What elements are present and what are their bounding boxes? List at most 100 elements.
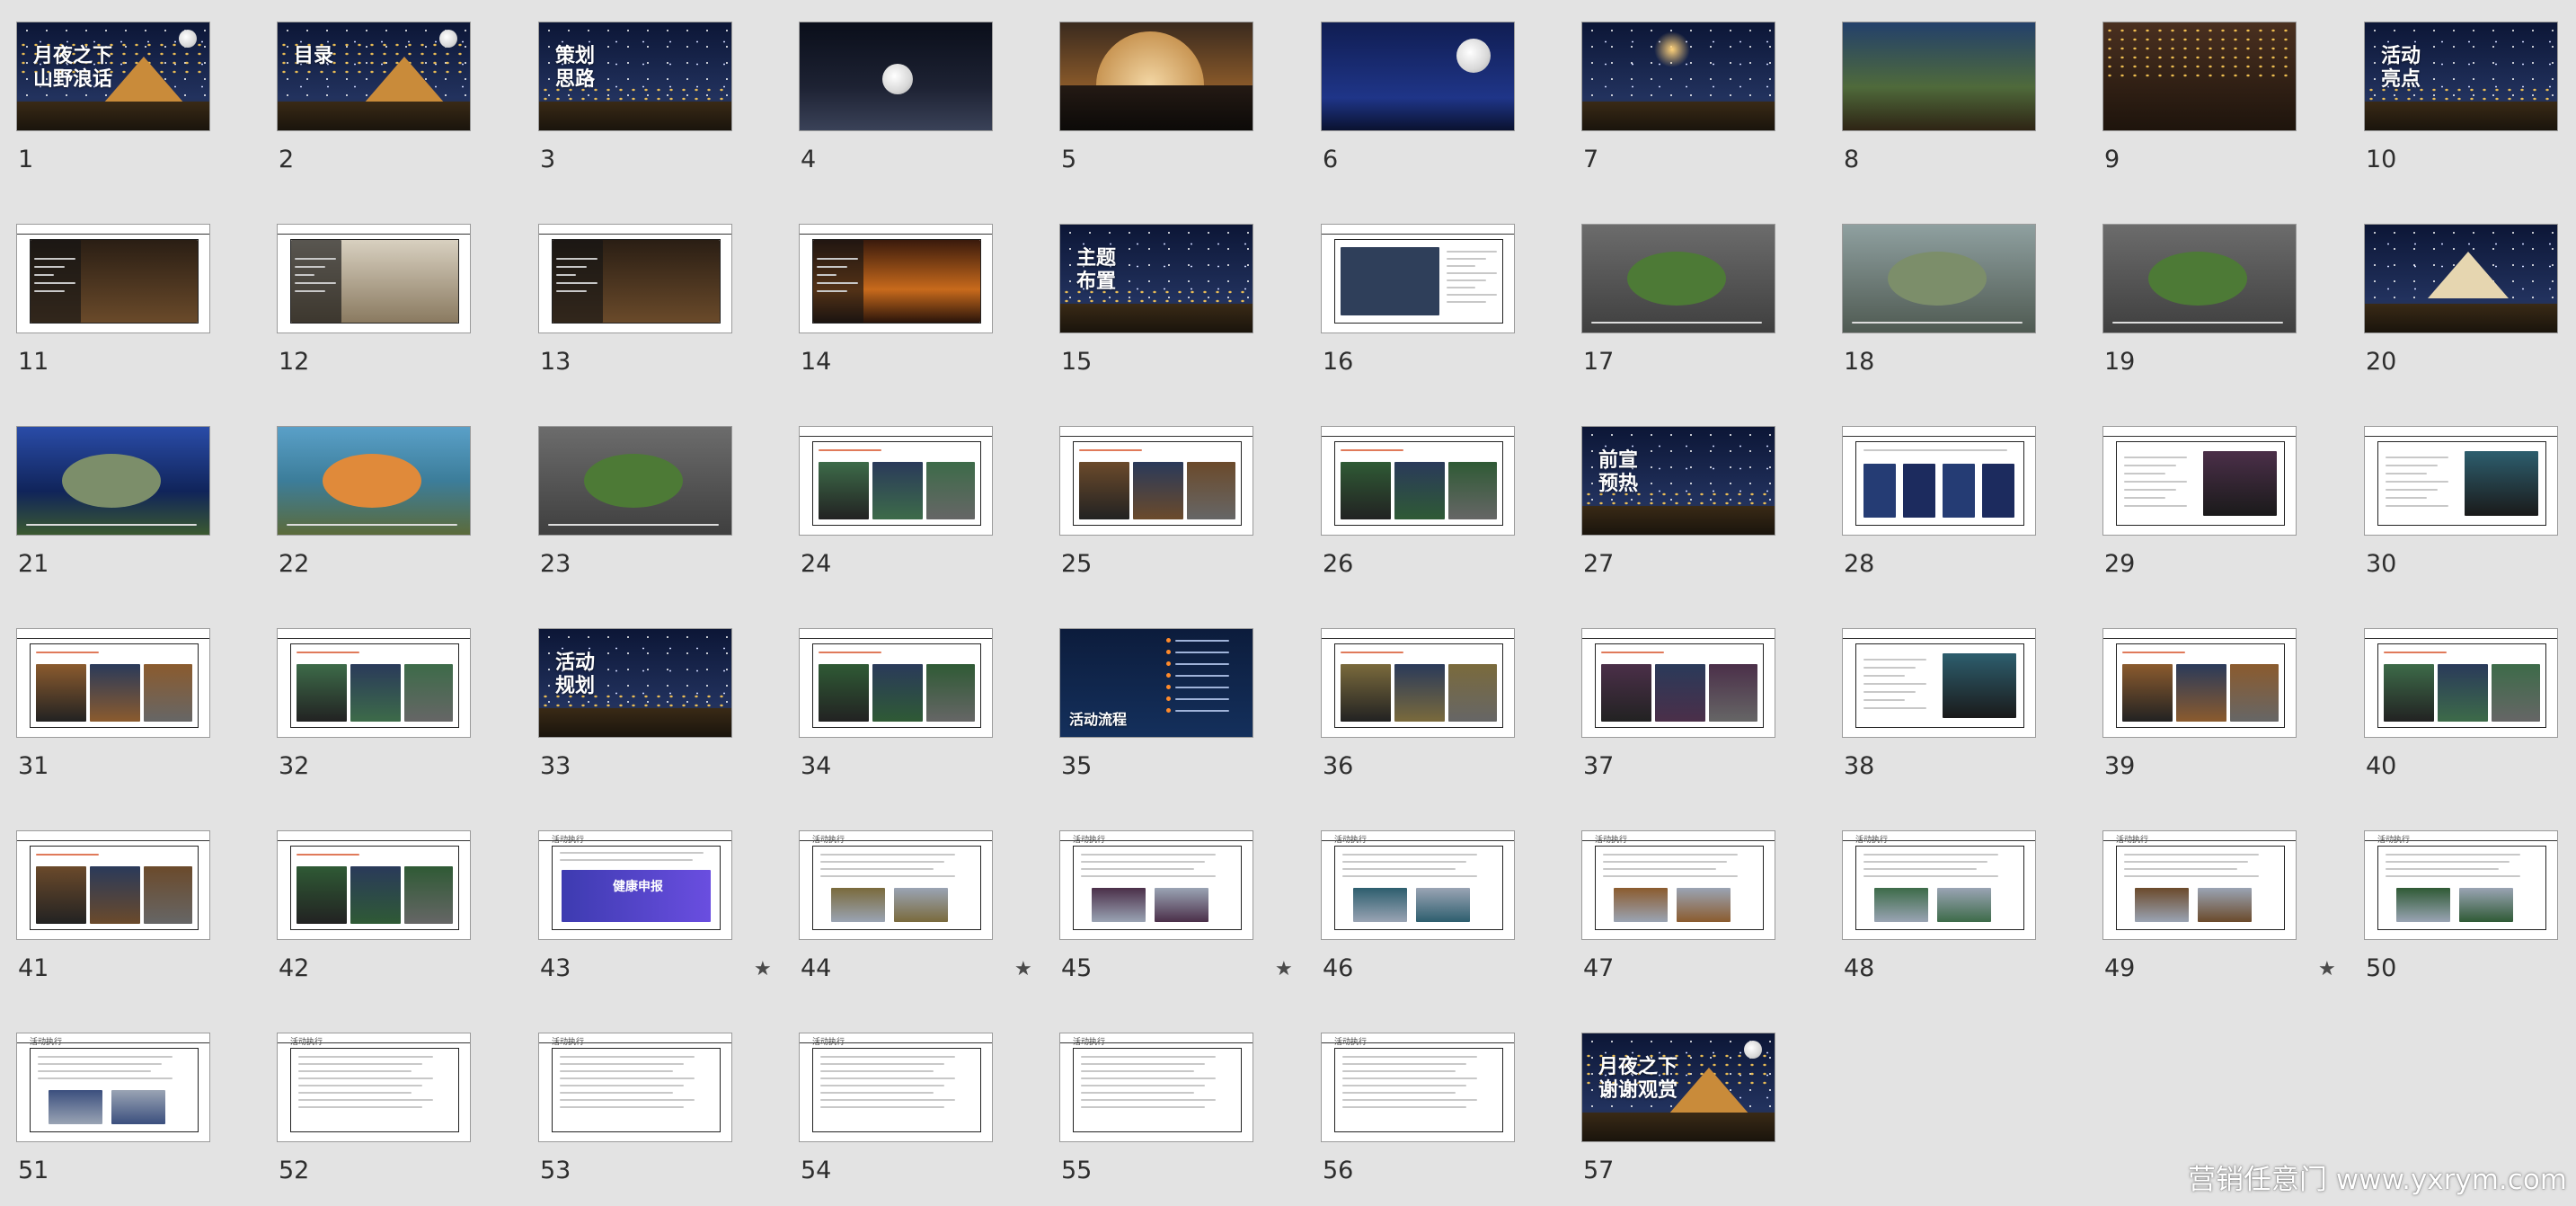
slide-thumbnail-13[interactable]: 13: [522, 202, 783, 391]
slide-thumbnail-43[interactable]: 活动执行 健康申报 43 ★: [522, 809, 783, 998]
slide-thumbnail-15[interactable]: 主题 布置 15: [1043, 202, 1304, 391]
animation-star-icon[interactable]: ★: [1275, 958, 1293, 980]
slide-thumbnail-29[interactable]: 29: [2086, 404, 2347, 593]
slide-thumbnail-39[interactable]: 39: [2086, 607, 2347, 795]
slide-preview[interactable]: 活动执行: [1321, 1033, 1515, 1142]
slide-preview[interactable]: [799, 426, 993, 536]
slide-preview[interactable]: [2102, 22, 2297, 131]
slide-thumbnail-21[interactable]: 21: [0, 404, 261, 593]
slide-preview[interactable]: 活动执行: [277, 1033, 471, 1142]
slide-thumbnail-41[interactable]: 41: [0, 809, 261, 998]
slide-thumbnail-8[interactable]: 8: [1826, 0, 2086, 189]
slide-thumbnail-46[interactable]: 活动执行 46: [1305, 809, 1565, 998]
slide-thumbnail-23[interactable]: 23: [522, 404, 783, 593]
slide-preview[interactable]: [799, 224, 993, 333]
slide-preview[interactable]: [2364, 224, 2558, 333]
slide-preview[interactable]: [799, 22, 993, 131]
slide-preview[interactable]: 前宣 预热: [1581, 426, 1775, 536]
slide-thumbnail-47[interactable]: 活动执行 47: [1565, 809, 1826, 998]
slide-thumbnail-55[interactable]: 活动执行 55: [1043, 1011, 1304, 1200]
slide-preview[interactable]: 活动执行: [1059, 1033, 1253, 1142]
slide-preview[interactable]: 活动 亮点: [2364, 22, 2558, 131]
slide-preview[interactable]: [1842, 22, 2036, 131]
slide-thumbnail-52[interactable]: 活动执行 52: [261, 1011, 521, 1200]
animation-star-icon[interactable]: ★: [754, 958, 772, 980]
slide-preview[interactable]: 活动执行: [16, 1033, 210, 1142]
slide-preview[interactable]: [16, 830, 210, 940]
slide-preview[interactable]: 活动执行: [2102, 830, 2297, 940]
slide-thumbnail-30[interactable]: 30: [2348, 404, 2576, 593]
slide-thumbnail-14[interactable]: 14: [783, 202, 1043, 391]
slide-preview[interactable]: [799, 628, 993, 738]
slide-preview[interactable]: [2364, 628, 2558, 738]
slide-preview[interactable]: 月夜之下 山野浪话: [16, 22, 210, 131]
animation-star-icon[interactable]: ★: [1014, 958, 1032, 980]
slide-thumbnail-22[interactable]: 22: [261, 404, 521, 593]
slide-preview[interactable]: 活动执行: [1581, 830, 1775, 940]
slide-thumbnail-45[interactable]: 活动执行 45 ★: [1043, 809, 1304, 998]
slide-thumbnail-4[interactable]: 4: [783, 0, 1043, 189]
slide-preview[interactable]: [1321, 22, 1515, 131]
slide-thumbnail-18[interactable]: 18: [1826, 202, 2086, 391]
slide-thumbnail-56[interactable]: 活动执行 56: [1305, 1011, 1565, 1200]
slide-preview[interactable]: 活动执行: [1842, 830, 2036, 940]
slide-preview[interactable]: [1321, 426, 1515, 536]
slide-thumbnail-1[interactable]: 月夜之下 山野浪话 1: [0, 0, 261, 189]
slide-thumbnail-19[interactable]: 19: [2086, 202, 2347, 391]
slide-preview[interactable]: 月夜之下 谢谢观赏: [1581, 1033, 1775, 1142]
slide-preview[interactable]: 活动流程: [1059, 628, 1253, 738]
slide-preview[interactable]: [277, 628, 471, 738]
slide-preview[interactable]: [1581, 224, 1775, 333]
slide-preview[interactable]: [1842, 224, 2036, 333]
slide-thumbnail-42[interactable]: 42: [261, 809, 521, 998]
slide-thumbnail-12[interactable]: 12: [261, 202, 521, 391]
slide-preview[interactable]: 目录: [277, 22, 471, 131]
slide-thumbnail-36[interactable]: 36: [1305, 607, 1565, 795]
slide-thumbnail-25[interactable]: 25: [1043, 404, 1304, 593]
slide-thumbnail-16[interactable]: 16: [1305, 202, 1565, 391]
slide-preview[interactable]: 活动 规划: [538, 628, 732, 738]
slide-thumbnail-51[interactable]: 活动执行 51: [0, 1011, 261, 1200]
slide-thumbnail-3[interactable]: 策划 思路 3: [522, 0, 783, 189]
slide-thumbnail-9[interactable]: 9: [2086, 0, 2347, 189]
slide-thumbnail-28[interactable]: 28: [1826, 404, 2086, 593]
slide-preview[interactable]: [1842, 628, 2036, 738]
slide-preview[interactable]: [2364, 426, 2558, 536]
slide-preview[interactable]: 活动执行: [1059, 830, 1253, 940]
slide-preview[interactable]: [1321, 224, 1515, 333]
slide-thumbnail-44[interactable]: 活动执行 44 ★: [783, 809, 1043, 998]
slide-thumbnail-24[interactable]: 24: [783, 404, 1043, 593]
slide-preview[interactable]: [16, 628, 210, 738]
slide-thumbnail-34[interactable]: 34: [783, 607, 1043, 795]
animation-star-icon[interactable]: ★: [2318, 958, 2336, 980]
slide-thumbnail-20[interactable]: 20: [2348, 202, 2576, 391]
slide-preview[interactable]: 活动执行: [799, 830, 993, 940]
slide-preview[interactable]: [1321, 628, 1515, 738]
slide-thumbnail-50[interactable]: 活动执行 50: [2348, 809, 2576, 998]
slide-thumbnail-38[interactable]: 38: [1826, 607, 2086, 795]
slide-preview[interactable]: [16, 224, 210, 333]
slide-thumbnail-10[interactable]: 活动 亮点 10: [2348, 0, 2576, 189]
slide-preview[interactable]: [2102, 628, 2297, 738]
slide-preview[interactable]: [1842, 426, 2036, 536]
slide-preview[interactable]: 活动执行: [538, 1033, 732, 1142]
slide-preview[interactable]: 策划 思路: [538, 22, 732, 131]
slide-thumbnail-2[interactable]: 目录 2: [261, 0, 521, 189]
slide-preview[interactable]: [2102, 224, 2297, 333]
slide-thumbnail-5[interactable]: 5: [1043, 0, 1304, 189]
slide-thumbnail-31[interactable]: 31: [0, 607, 261, 795]
slide-preview[interactable]: [538, 224, 732, 333]
slide-thumbnail-54[interactable]: 活动执行 54: [783, 1011, 1043, 1200]
slide-preview[interactable]: [277, 426, 471, 536]
slide-preview[interactable]: [1581, 22, 1775, 131]
slide-preview[interactable]: 活动执行: [2364, 830, 2558, 940]
slide-thumbnail-35[interactable]: 活动流程 35: [1043, 607, 1304, 795]
slide-thumbnail-26[interactable]: 26: [1305, 404, 1565, 593]
slide-thumbnail-57[interactable]: 月夜之下 谢谢观赏 57: [1565, 1011, 1826, 1200]
slide-thumbnail-27[interactable]: 前宣 预热 27: [1565, 404, 1826, 593]
slide-preview[interactable]: 活动执行 健康申报: [538, 830, 732, 940]
slide-thumbnail-48[interactable]: 活动执行 48: [1826, 809, 2086, 998]
slide-preview[interactable]: [1059, 22, 1253, 131]
slide-thumbnail-37[interactable]: 37: [1565, 607, 1826, 795]
slide-preview[interactable]: [277, 224, 471, 333]
